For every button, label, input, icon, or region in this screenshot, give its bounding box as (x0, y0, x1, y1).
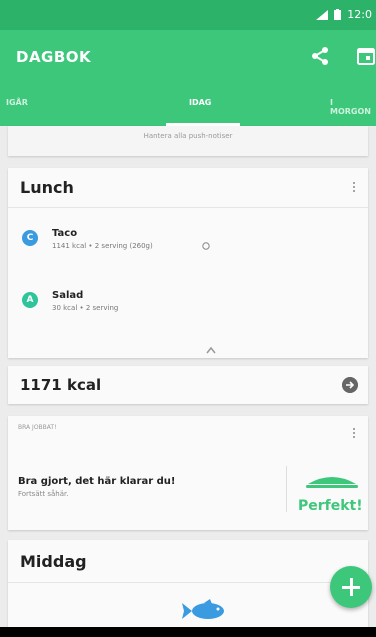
divider (8, 582, 368, 583)
push-notice-card: Hantera alla push-notiser (8, 126, 368, 156)
kcal-summary-card[interactable]: 1171 kcal (8, 366, 368, 404)
grade-badge-c: C (22, 230, 38, 246)
share-icon[interactable] (308, 44, 332, 68)
meal-score-card: BRA JOBBAT! Bra gjort, det här klarar du… (8, 416, 368, 530)
app-screen: 12:0 DAGBOK IGÅR IDAG I MORGON Hantera a… (0, 0, 376, 627)
food-meta: 30 kcal • 2 serving (52, 304, 119, 312)
food-meta: 1141 kcal • 2 serving (260g) (52, 242, 153, 250)
divider (286, 466, 287, 512)
more-options-icon[interactable] (350, 426, 358, 442)
score-label: BRA JOBBAT! (18, 424, 57, 431)
lunch-card: Lunch C Taco 1141 kcal • 2 serving (260g… (8, 168, 368, 358)
arrow-right-icon[interactable] (342, 377, 358, 393)
food-item-taco[interactable]: C Taco 1141 kcal • 2 serving (260g) (8, 220, 368, 270)
dinner-card: Middag (8, 540, 368, 627)
food-item-salad[interactable]: A Salad 30 kcal • 2 serving (8, 282, 368, 332)
dinner-title: Middag (20, 552, 87, 571)
grade-badge-a: A (22, 292, 38, 308)
food-name: Salad (52, 290, 84, 301)
add-food-button[interactable] (330, 566, 372, 608)
status-bar: 12:0 (0, 0, 376, 30)
calendar-icon[interactable] (355, 44, 376, 68)
app-bar: DAGBOK (0, 30, 376, 86)
plate-gauge-icon (306, 477, 358, 488)
manage-push-link[interactable]: Hantera alla push-notiser (8, 132, 368, 140)
lunch-header: Lunch (8, 168, 368, 208)
scale-icon (202, 242, 210, 250)
food-name: Taco (52, 228, 78, 239)
fish-icon (182, 599, 224, 619)
day-tabs: IGÅR IDAG I MORGON (0, 86, 376, 126)
signal-icon (316, 9, 329, 20)
tab-yesterday[interactable]: IGÅR (6, 98, 28, 107)
tab-today[interactable]: IDAG (189, 98, 211, 107)
chevron-up-icon[interactable] (206, 346, 216, 354)
score-rating: Perfekt! (298, 498, 363, 514)
lunch-title: Lunch (20, 178, 74, 197)
score-subtext: Fortsätt såhär. (18, 490, 69, 498)
total-kcal: 1171 kcal (20, 376, 102, 394)
score-heading: Bra gjort, det här klarar du! (18, 476, 176, 487)
app-title: DAGBOK (16, 48, 92, 66)
more-options-icon[interactable] (350, 180, 358, 196)
tab-tomorrow[interactable]: I MORGON (330, 98, 376, 116)
status-time: 12:0 (347, 8, 372, 21)
battery-icon (334, 9, 342, 20)
